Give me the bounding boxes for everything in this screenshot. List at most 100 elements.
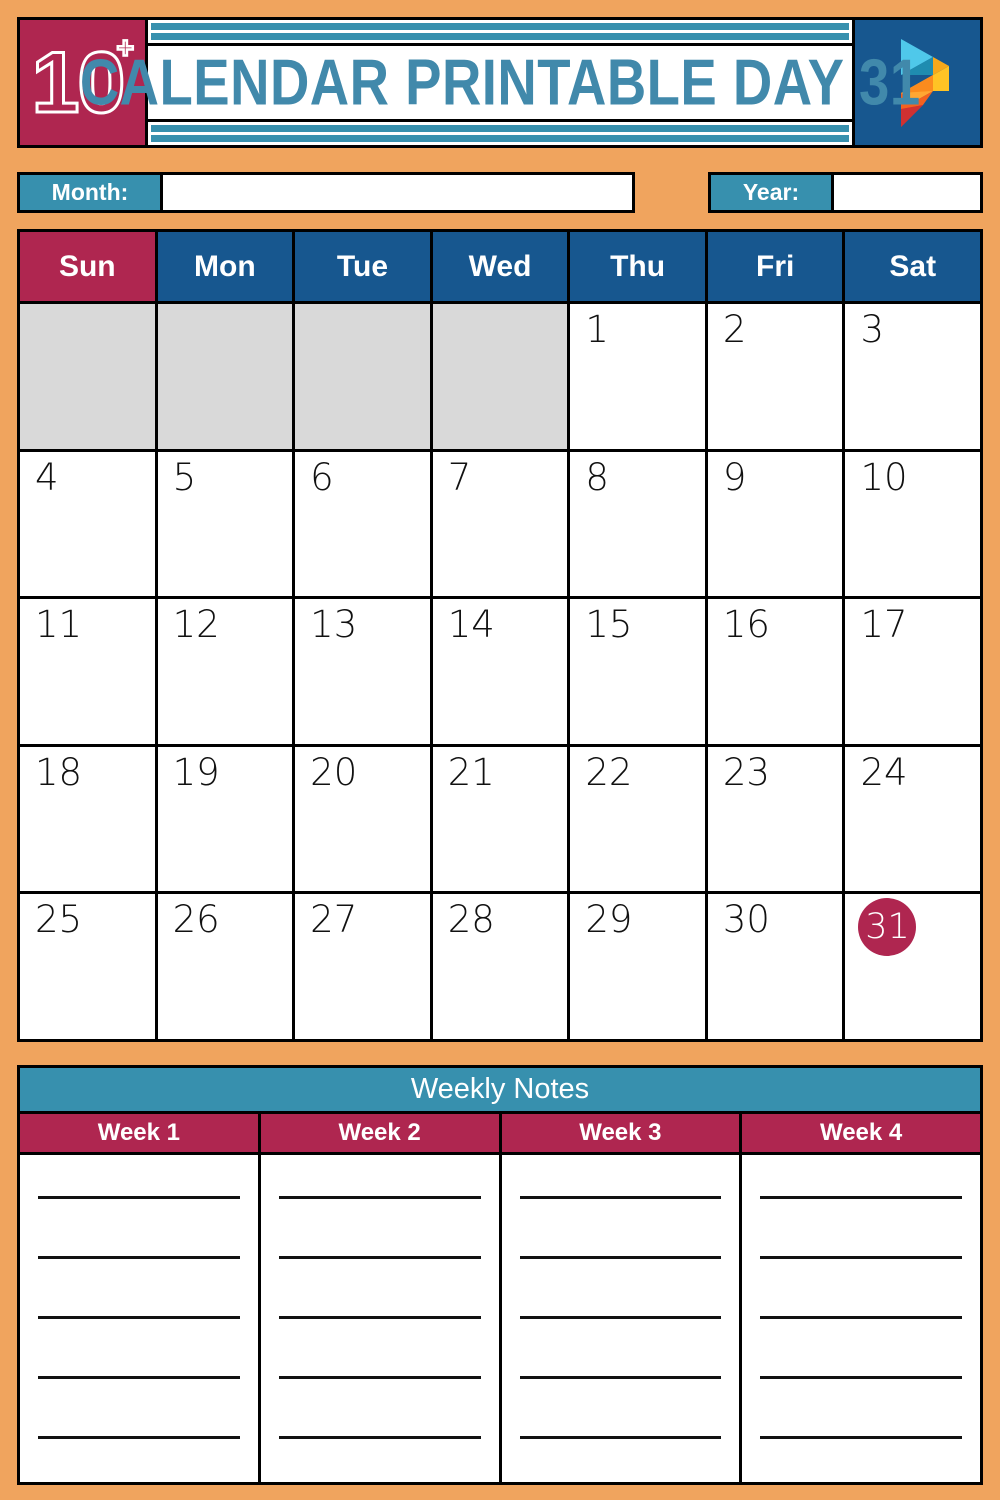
day-number: 25 bbox=[35, 898, 83, 942]
calendar-cell-day-26[interactable]: 26 bbox=[157, 894, 296, 1039]
day-number: 8 bbox=[585, 455, 609, 499]
calendar-cell-day-16[interactable]: 16 bbox=[707, 599, 846, 744]
week-note-column-2[interactable] bbox=[261, 1155, 502, 1482]
note-writing-line bbox=[760, 1376, 962, 1380]
weekday-header-mon: Mon bbox=[157, 232, 296, 301]
weekly-notes-title: Weekly Notes bbox=[20, 1068, 980, 1114]
calendar-cell-day-8[interactable]: 8 bbox=[570, 451, 708, 597]
stripe-decor bbox=[151, 33, 849, 40]
note-writing-line bbox=[38, 1315, 240, 1319]
calendar-week-row: 18 19 20 21 22 23 24 bbox=[20, 746, 981, 895]
stripe-decor bbox=[151, 135, 849, 142]
calendar-cell-day-13[interactable]: 13 bbox=[295, 599, 433, 744]
calendar-cell-day-27[interactable]: 27 bbox=[295, 894, 433, 1039]
day-number: 10 bbox=[860, 455, 908, 499]
calendar-cell-day-1[interactable]: 1 bbox=[570, 304, 708, 449]
calendar-cell-empty bbox=[157, 304, 296, 449]
calendar-cell-day-23[interactable]: 23 bbox=[707, 746, 846, 892]
week-note-header-3: Week 3 bbox=[501, 1114, 743, 1152]
calendar-cell-day-5[interactable]: 5 bbox=[157, 451, 296, 597]
calendar-cell-day-4[interactable]: 4 bbox=[20, 451, 158, 597]
month-label: Month: bbox=[20, 175, 160, 210]
weekly-notes-body bbox=[20, 1155, 980, 1482]
note-writing-line bbox=[38, 1195, 240, 1199]
calendar-week-row: 1 2 3 bbox=[20, 304, 981, 452]
calendar-cell-day-22[interactable]: 22 bbox=[570, 746, 708, 892]
note-writing-line bbox=[760, 1255, 962, 1259]
year-input[interactable] bbox=[831, 175, 980, 210]
day-number: 5 bbox=[172, 455, 197, 499]
header-banner: 10 + CALENDAR PRINTABLE DAY 31 bbox=[17, 17, 983, 148]
weekday-header-tue: Tue bbox=[295, 232, 433, 301]
weekday-header-thu: Thu bbox=[570, 232, 708, 301]
calendar-weeks: 1 2 3 4 5 6 7 8 9 10 11 12 13 14 15 16 17 18 19 20 21 22 23 24 2… bbox=[20, 301, 981, 1039]
day-number: 24 bbox=[860, 750, 908, 794]
day-number: 1 bbox=[585, 308, 609, 351]
weekly-notes-header-row: Week 1 Week 2 Week 3 Week 4 bbox=[20, 1114, 980, 1155]
week-note-column-1[interactable] bbox=[20, 1155, 261, 1482]
note-writing-line bbox=[38, 1376, 240, 1380]
week-note-column-3[interactable] bbox=[502, 1155, 743, 1482]
bottom-stripes bbox=[148, 125, 852, 142]
calendar-cell-day-28[interactable]: 28 bbox=[432, 894, 571, 1039]
calendar-cell-day-24[interactable]: 24 bbox=[845, 746, 981, 892]
calendar-cell-day-6[interactable]: 6 bbox=[295, 451, 433, 597]
note-writing-line bbox=[519, 1376, 722, 1380]
calendar-cell-day-18[interactable]: 18 bbox=[20, 746, 158, 892]
calendar-cell-day-7[interactable]: 7 bbox=[432, 451, 571, 597]
note-writing-line bbox=[38, 1436, 240, 1440]
day-number-highlighted: 31 bbox=[858, 898, 917, 957]
calendar-cell-day-14[interactable]: 14 bbox=[432, 599, 571, 744]
note-writing-line bbox=[519, 1315, 722, 1319]
week-note-header-2: Week 2 bbox=[260, 1114, 502, 1152]
calendar-cell-day-3[interactable]: 3 bbox=[845, 304, 981, 449]
day-number: 15 bbox=[585, 603, 633, 647]
calendar-cell-day-17[interactable]: 17 bbox=[845, 599, 981, 744]
calendar-grid: Sun Mon Tue Wed Thu Fri Sat 1 2 3 4 5 6 7 8 9 10 11 12 13 1… bbox=[17, 229, 983, 1042]
weekday-header-wed: Wed bbox=[432, 232, 571, 301]
day-number: 6 bbox=[310, 455, 334, 499]
calendar-cell-empty bbox=[295, 304, 433, 449]
calendar-cell-day-31[interactable]: 31 bbox=[845, 894, 981, 1039]
calendar-week-row: 25 26 27 28 29 30 31 bbox=[20, 894, 981, 1039]
day-number: 22 bbox=[585, 750, 633, 794]
calendar-cell-day-2[interactable]: 2 bbox=[707, 304, 846, 449]
day-number: 2 bbox=[722, 308, 747, 351]
month-input[interactable] bbox=[160, 175, 632, 210]
day-number: 19 bbox=[172, 750, 220, 794]
day-number: 17 bbox=[860, 603, 908, 647]
day-number: 12 bbox=[172, 603, 220, 647]
month-field-group: Month: bbox=[17, 172, 635, 213]
weekday-header-sun: Sun bbox=[20, 232, 158, 301]
day-number: 27 bbox=[310, 898, 358, 942]
day-number: 28 bbox=[447, 898, 495, 942]
calendar-cell-day-15[interactable]: 15 bbox=[570, 599, 708, 744]
calendar-cell-day-10[interactable]: 10 bbox=[845, 451, 981, 597]
year-field-group: Year: bbox=[708, 172, 983, 213]
weekly-notes-section: Weekly Notes Week 1 Week 2 Week 3 Week 4 bbox=[17, 1065, 983, 1485]
banner-center: CALENDAR PRINTABLE DAY 31 bbox=[80, 20, 920, 145]
calendar-cell-day-29[interactable]: 29 bbox=[570, 894, 708, 1039]
calendar-cell-day-21[interactable]: 21 bbox=[432, 746, 571, 892]
week-note-column-4[interactable] bbox=[742, 1155, 980, 1482]
calendar-cell-day-20[interactable]: 20 bbox=[295, 746, 433, 892]
calendar-cell-day-19[interactable]: 19 bbox=[157, 746, 296, 892]
banner-title-container: CALENDAR PRINTABLE DAY 31 bbox=[80, 43, 920, 122]
calendar-cell-day-30[interactable]: 30 bbox=[707, 894, 846, 1039]
calendar-week-row: 4 5 6 7 8 9 10 bbox=[20, 451, 981, 600]
week-note-header-4: Week 4 bbox=[742, 1114, 980, 1152]
day-number: 4 bbox=[35, 455, 59, 499]
calendar-cell-day-12[interactable]: 12 bbox=[157, 599, 296, 744]
note-writing-line bbox=[278, 1376, 481, 1380]
stripe-decor bbox=[151, 23, 849, 30]
note-writing-line bbox=[519, 1255, 722, 1259]
calendar-cell-day-11[interactable]: 11 bbox=[20, 599, 158, 744]
weekday-header-sat: Sat bbox=[845, 232, 981, 301]
day-number: 14 bbox=[447, 603, 495, 647]
calendar-cell-day-9[interactable]: 9 bbox=[707, 451, 846, 597]
top-stripes bbox=[148, 23, 852, 40]
day-number: 13 bbox=[310, 603, 358, 647]
note-writing-line bbox=[278, 1195, 481, 1199]
day-number: 9 bbox=[722, 455, 747, 499]
calendar-cell-day-25[interactable]: 25 bbox=[20, 894, 158, 1039]
